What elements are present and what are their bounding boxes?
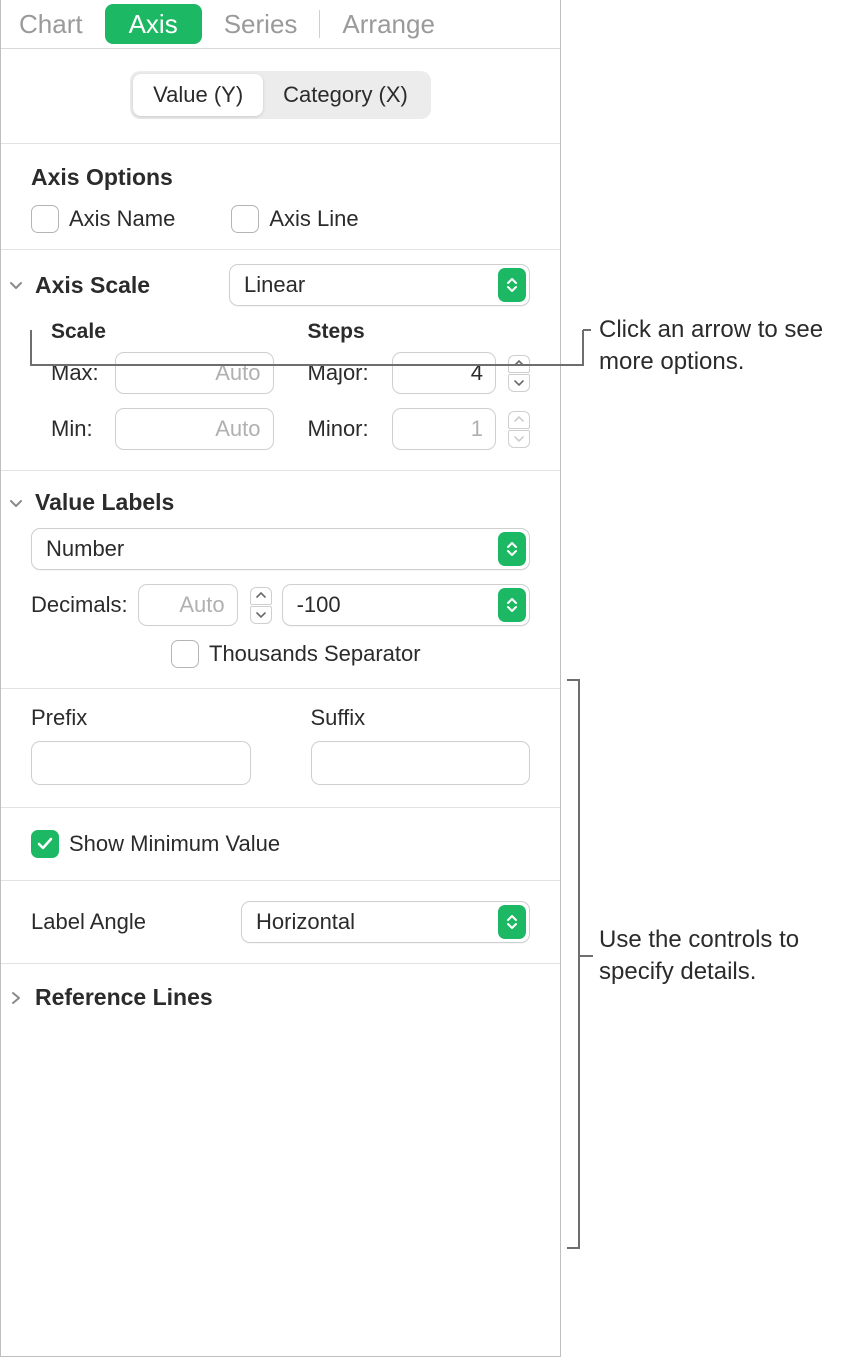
stepper-up-icon (508, 411, 530, 429)
segment-value-y[interactable]: Value (Y) (133, 74, 263, 116)
decimals-input[interactable]: Auto (138, 584, 238, 626)
suffix-label: Suffix (311, 705, 531, 731)
axis-scale-disclosure-arrow[interactable] (9, 278, 23, 292)
stepper-down-icon (508, 374, 530, 392)
segment-category-x[interactable]: Category (X) (263, 74, 428, 116)
reference-lines-section: Reference Lines (1, 964, 560, 1031)
min-input[interactable]: Auto (115, 408, 274, 450)
axis-name-checkbox[interactable] (31, 205, 59, 233)
axis-name-label: Axis Name (69, 206, 175, 232)
format-inspector-panel: Chart Axis Series Arrange Value (Y) Cate… (0, 0, 561, 1357)
tab-axis[interactable]: Axis (105, 4, 202, 44)
callout-value-labels: Use the controls to specify details. (599, 924, 849, 989)
show-min-row: Show Minimum Value (31, 830, 530, 858)
thousands-sep-label: Thousands Separator (209, 641, 421, 667)
negative-format-popup[interactable]: -100 (282, 584, 530, 626)
suffix-group: Suffix (311, 705, 531, 785)
axis-selector-wrap: Value (Y) Category (X) (1, 49, 560, 144)
axis-options-header: Axis Options (31, 160, 530, 205)
axis-line-row: Axis Line (231, 205, 358, 233)
axis-scale-header: Axis Scale (35, 272, 223, 299)
axis-line-checkbox[interactable] (231, 205, 259, 233)
minor-input[interactable]: 1 (392, 408, 497, 450)
minor-stepper[interactable] (508, 411, 530, 448)
stepper-up-icon (250, 587, 272, 605)
negative-format-value: -100 (297, 592, 341, 618)
popup-arrows-icon (498, 532, 526, 566)
thousands-sep-row: Thousands Separator (171, 640, 530, 668)
axis-segmented-control: Value (Y) Category (X) (130, 71, 431, 119)
stepper-down-icon (508, 430, 530, 448)
reference-lines-header: Reference Lines (35, 984, 213, 1011)
decimals-label: Decimals: (31, 592, 128, 618)
tab-chart[interactable]: Chart (1, 0, 101, 48)
axis-options-section: Axis Options Axis Name Axis Line (1, 144, 560, 250)
popup-arrows-icon (498, 588, 526, 622)
value-labels-header: Value Labels (35, 489, 174, 516)
decimals-stepper[interactable] (250, 587, 272, 624)
suffix-input[interactable] (311, 741, 531, 785)
prefix-group: Prefix (31, 705, 251, 785)
axis-scale-popup[interactable]: Linear (229, 264, 530, 306)
min-label: Min: (51, 416, 105, 442)
callout-bracket-value-labels (567, 680, 593, 1260)
tab-arrange[interactable]: Arrange (324, 0, 453, 48)
axis-name-row: Axis Name (31, 205, 175, 233)
axis-scale-value: Linear (244, 272, 305, 298)
annotation-area: Click an arrow to see more options. Use … (561, 0, 849, 1357)
popup-arrows-icon (498, 905, 526, 939)
reference-lines-disclosure-arrow[interactable] (9, 991, 23, 1005)
label-angle-value: Horizontal (256, 909, 355, 935)
callout-line-axis-scale (31, 315, 591, 375)
stepper-down-icon (250, 606, 272, 624)
value-labels-disclosure-arrow[interactable] (9, 496, 23, 510)
axis-line-label: Axis Line (269, 206, 358, 232)
value-labels-section: Value Labels Number Decimals: Auto -100 (1, 471, 560, 964)
prefix-label: Prefix (31, 705, 251, 731)
value-labels-format-popup[interactable]: Number (31, 528, 530, 570)
show-min-label: Show Minimum Value (69, 831, 280, 857)
popup-arrows-icon (498, 268, 526, 302)
tab-series[interactable]: Series (206, 0, 316, 48)
callout-axis-scale: Click an arrow to see more options. (599, 314, 849, 379)
prefix-input[interactable] (31, 741, 251, 785)
tab-divider (319, 10, 320, 38)
label-angle-popup[interactable]: Horizontal (241, 901, 530, 943)
show-min-checkbox[interactable] (31, 830, 59, 858)
label-angle-label: Label Angle (31, 909, 231, 935)
value-labels-format-value: Number (46, 536, 124, 562)
thousands-sep-checkbox[interactable] (171, 640, 199, 668)
minor-label: Minor: (308, 416, 382, 442)
inspector-tabs: Chart Axis Series Arrange (1, 0, 560, 49)
